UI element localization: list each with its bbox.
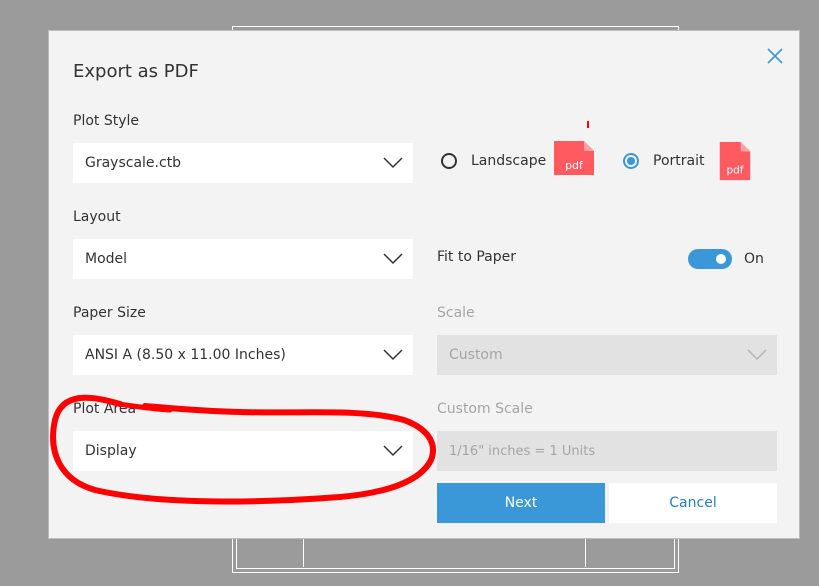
landscape-label: Landscape: [471, 153, 547, 169]
paper-size-select[interactable]: ANSI A (8.50 x 11.00 Inches): [73, 335, 413, 375]
layout-label: Layout: [73, 209, 121, 225]
pdf-icon-text: pdf: [565, 159, 584, 172]
background-drawing-frame-inner: [236, 534, 675, 569]
portrait-radio[interactable]: Portrait: [623, 153, 704, 169]
plot-style-value: Grayscale.ctb: [85, 155, 182, 171]
next-button[interactable]: Next: [437, 483, 605, 523]
chevron-down-icon: [373, 239, 413, 279]
pdf-file-icon: pdf: [554, 141, 594, 175]
paper-size-label: Paper Size: [73, 305, 146, 321]
scale-select: Custom: [437, 335, 777, 375]
custom-scale-label: Custom Scale: [437, 401, 533, 417]
fit-to-paper-toggle[interactable]: [688, 249, 732, 269]
plot-area-select[interactable]: Display: [73, 431, 413, 471]
chevron-down-icon: [373, 335, 413, 375]
paper-size-value: ANSI A (8.50 x 11.00 Inches): [85, 347, 286, 363]
pdf-icon-text: pdf: [727, 164, 744, 176]
portrait-label: Portrait: [653, 153, 705, 169]
chevron-down-icon: [373, 143, 413, 183]
plot-area-label: Plot Area: [73, 401, 137, 417]
close-icon: [767, 48, 783, 64]
background-drawing-line: [585, 534, 586, 567]
plot-style-select[interactable]: Grayscale.ctb: [73, 143, 413, 183]
custom-scale-input: 1/16" inches = 1 Units: [437, 431, 777, 471]
export-pdf-dialog: Export as PDF Plot Style Grayscale.ctb L…: [49, 31, 799, 538]
plot-style-label: Plot Style: [73, 113, 140, 129]
plot-area-value: Display: [85, 443, 137, 459]
fit-to-paper-state: On: [744, 251, 764, 267]
close-button[interactable]: [764, 45, 786, 67]
cancel-button[interactable]: Cancel: [609, 483, 777, 523]
chevron-down-icon: [737, 335, 777, 375]
layout-select[interactable]: Model: [73, 239, 413, 279]
radio-unchecked-icon: [441, 153, 457, 169]
layout-value: Model: [85, 251, 128, 267]
scale-label: Scale: [437, 305, 475, 321]
red-annotation-mark: [587, 121, 589, 128]
landscape-radio[interactable]: Landscape: [441, 153, 546, 169]
radio-checked-icon: [623, 153, 639, 169]
dialog-title: Export as PDF: [73, 61, 199, 82]
chevron-down-icon: [373, 431, 413, 471]
fit-to-paper-label: Fit to Paper: [437, 249, 517, 265]
pdf-file-icon: pdf: [719, 142, 751, 181]
toggle-knob: [716, 254, 726, 264]
custom-scale-placeholder: 1/16" inches = 1 Units: [449, 443, 596, 459]
scale-value: Custom: [449, 347, 503, 363]
background-drawing-line: [303, 534, 304, 567]
